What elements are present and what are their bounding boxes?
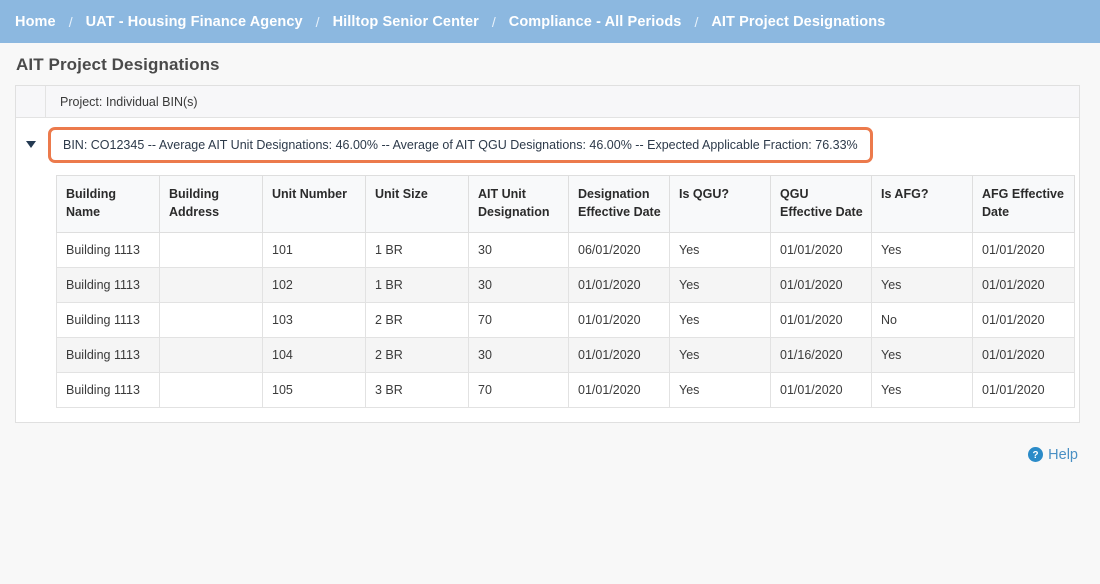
cell-ait-unit-designation: 30 (468, 336, 569, 373)
project-row-gutter (16, 86, 46, 117)
table-header-row: Building Name Building Address Unit Numb… (56, 175, 1075, 233)
column-header-ait-unit-designation[interactable]: AIT Unit Designation (468, 175, 569, 233)
breadcrumb-item-current: AIT Project Designations (711, 13, 886, 30)
cell-building-name: Building 1113 (56, 266, 160, 303)
column-header-is-qgu[interactable]: Is QGU? (669, 175, 771, 233)
cell-is-qgu: Yes (669, 336, 771, 373)
cell-building-name: Building 1113 (56, 301, 160, 338)
cell-afg-effective-date: 01/01/2020 (972, 266, 1075, 303)
question-circle-icon: ? (1028, 447, 1044, 462)
cell-afg-effective-date: 01/01/2020 (972, 336, 1075, 373)
cell-building-address (159, 231, 263, 268)
cell-designation-effective-date: 01/01/2020 (568, 371, 670, 408)
table-row: Building 1113 103 2 BR 70 01/01/2020 Yes… (56, 301, 1075, 338)
cell-is-afg: Yes (871, 231, 973, 268)
cell-is-afg: Yes (871, 336, 973, 373)
cell-building-name: Building 1113 (56, 231, 160, 268)
cell-building-address (159, 336, 263, 373)
column-header-qgu-effective-date[interactable]: QGU Effective Date (770, 175, 872, 233)
breadcrumb-item-agency[interactable]: UAT - Housing Finance Agency (86, 14, 303, 30)
column-header-afg-effective-date[interactable]: AFG Effective Date (972, 175, 1075, 233)
cell-designation-effective-date: 06/01/2020 (568, 231, 670, 268)
breadcrumb-separator: / (68, 13, 73, 30)
cell-ait-unit-designation: 30 (468, 266, 569, 303)
designations-panel: Project: Individual BIN(s) BIN: CO12345 … (15, 85, 1080, 423)
cell-qgu-effective-date: 01/01/2020 (770, 266, 872, 303)
help-label: Help (1048, 446, 1078, 463)
designations-table: Building Name Building Address Unit Numb… (56, 175, 1075, 408)
cell-building-name: Building 1113 (56, 371, 160, 408)
cell-is-afg: No (871, 301, 973, 338)
project-label: Project: Individual BIN(s) (60, 94, 198, 109)
cell-unit-size: 1 BR (365, 231, 469, 268)
svg-text:?: ? (1033, 450, 1039, 461)
table-row: Building 1113 101 1 BR 30 06/01/2020 Yes… (56, 231, 1075, 268)
cell-building-address (159, 266, 263, 303)
cell-afg-effective-date: 01/01/2020 (972, 301, 1075, 338)
column-header-building-address[interactable]: Building Address (159, 175, 263, 233)
cell-is-qgu: Yes (669, 371, 771, 408)
column-header-is-afg[interactable]: Is AFG? (871, 175, 973, 233)
cell-afg-effective-date: 01/01/2020 (972, 231, 1075, 268)
cell-building-address (159, 371, 263, 408)
cell-unit-number: 101 (262, 231, 366, 268)
chevron-down-icon[interactable] (26, 141, 36, 148)
cell-unit-size: 2 BR (365, 301, 469, 338)
table-row: Building 1113 104 2 BR 30 01/01/2020 Yes… (56, 336, 1075, 373)
cell-unit-number: 103 (262, 301, 366, 338)
cell-qgu-effective-date: 01/01/2020 (770, 301, 872, 338)
cell-qgu-effective-date: 01/16/2020 (770, 336, 872, 373)
cell-unit-number: 105 (262, 371, 366, 408)
column-header-unit-number[interactable]: Unit Number (262, 175, 366, 233)
footer: ? Help (0, 423, 1100, 463)
column-header-building-name[interactable]: Building Name (56, 175, 160, 233)
breadcrumb: Home / UAT - Housing Finance Agency / Hi… (0, 0, 1100, 43)
cell-is-qgu: Yes (669, 301, 771, 338)
cell-designation-effective-date: 01/01/2020 (568, 301, 670, 338)
cell-unit-size: 3 BR (365, 371, 469, 408)
designations-table-body: Building 1113 101 1 BR 30 06/01/2020 Yes… (56, 231, 1075, 408)
cell-is-afg: Yes (871, 371, 973, 408)
breadcrumb-item-property[interactable]: Hilltop Senior Center (333, 14, 479, 30)
table-row: Building 1113 102 1 BR 30 01/01/2020 Yes… (56, 266, 1075, 303)
cell-ait-unit-designation: 30 (468, 231, 569, 268)
cell-unit-size: 1 BR (365, 266, 469, 303)
cell-unit-number: 104 (262, 336, 366, 373)
cell-is-qgu: Yes (669, 231, 771, 268)
cell-is-afg: Yes (871, 266, 973, 303)
designations-table-wrap: Building Name Building Address Unit Numb… (16, 171, 1079, 422)
cell-designation-effective-date: 01/01/2020 (568, 266, 670, 303)
column-header-designation-effective-date[interactable]: Designation Effective Date (568, 175, 670, 233)
cell-ait-unit-designation: 70 (468, 301, 569, 338)
help-link[interactable]: ? Help (1028, 447, 1078, 463)
cell-qgu-effective-date: 01/01/2020 (770, 231, 872, 268)
cell-unit-size: 2 BR (365, 336, 469, 373)
cell-building-address (159, 301, 263, 338)
cell-afg-effective-date: 01/01/2020 (972, 371, 1075, 408)
table-row: Building 1113 105 3 BR 70 01/01/2020 Yes… (56, 371, 1075, 408)
cell-ait-unit-designation: 70 (468, 371, 569, 408)
breadcrumb-item-compliance[interactable]: Compliance - All Periods (509, 14, 682, 30)
breadcrumb-separator: / (694, 13, 699, 30)
bin-summary-text: BIN: CO12345 -- Average AIT Unit Designa… (48, 126, 873, 163)
breadcrumb-separator: / (315, 13, 320, 30)
cell-building-name: Building 1113 (56, 336, 160, 373)
project-header-row: Project: Individual BIN(s) (16, 86, 1079, 118)
page-title: AIT Project Designations (16, 55, 220, 74)
cell-unit-number: 102 (262, 266, 366, 303)
bin-expand-cell[interactable] (16, 122, 46, 167)
column-header-unit-size[interactable]: Unit Size (365, 175, 469, 233)
cell-is-qgu: Yes (669, 266, 771, 303)
breadcrumb-separator: / (491, 13, 496, 30)
breadcrumb-item-home[interactable]: Home (15, 14, 56, 30)
bin-summary-row: BIN: CO12345 -- Average AIT Unit Designa… (16, 118, 1079, 171)
cell-designation-effective-date: 01/01/2020 (568, 336, 670, 373)
cell-qgu-effective-date: 01/01/2020 (770, 371, 872, 408)
